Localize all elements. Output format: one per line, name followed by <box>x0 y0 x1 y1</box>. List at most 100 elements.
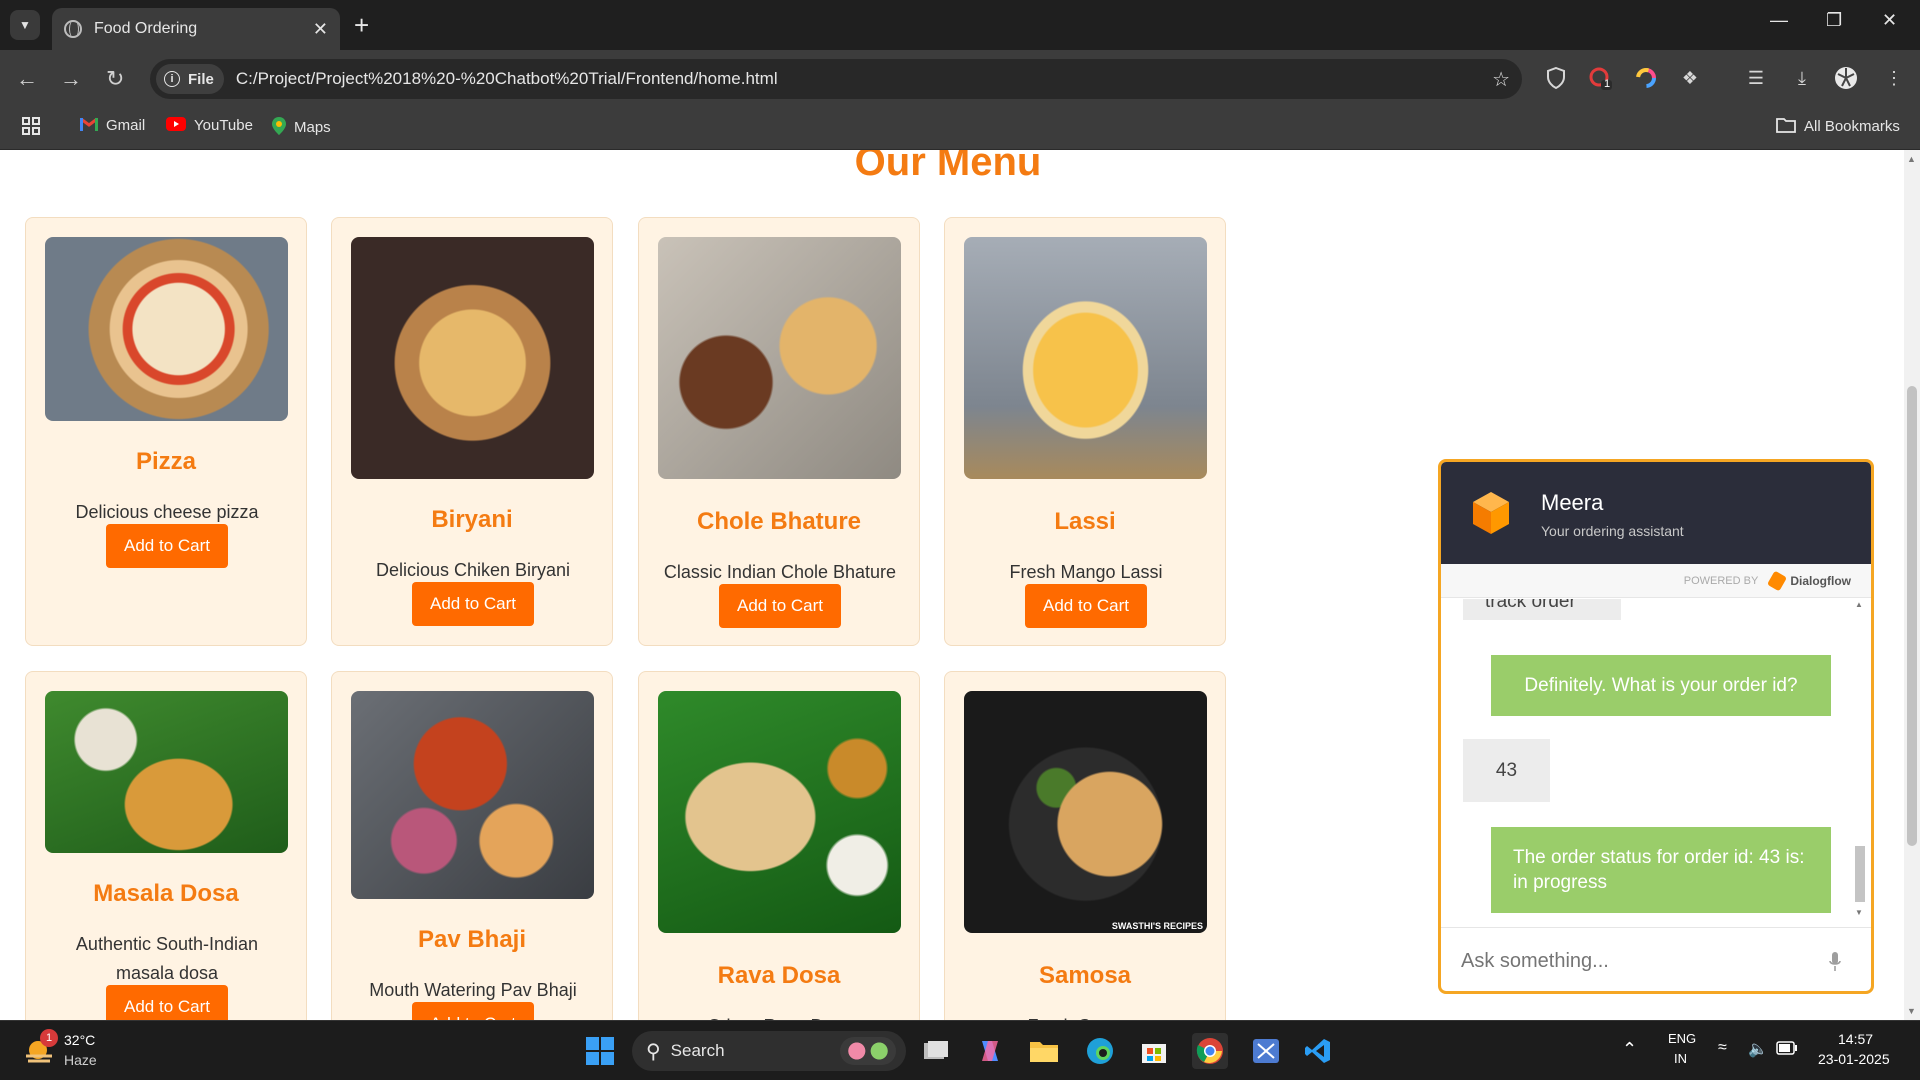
new-tab-button[interactable]: + <box>354 12 369 38</box>
agent-name: Meera <box>1541 490 1604 515</box>
edge-icon[interactable] <box>1082 1033 1118 1069</box>
copilot-icon[interactable] <box>972 1033 1008 1069</box>
browser-tab[interactable]: Food Ordering ✕ <box>52 8 340 50</box>
menu-card-samosa: SWASTHI'S RECIPES Samosa Fresh Samosa <box>944 671 1226 1020</box>
chrome-icon[interactable] <box>1192 1033 1228 1069</box>
forward-icon[interactable]: → <box>60 66 82 92</box>
snipping-tool-icon[interactable] <box>1248 1033 1284 1069</box>
media-control-icon[interactable]: ☰ <box>1744 66 1768 90</box>
weather-widget[interactable]: 1 <box>20 1029 60 1071</box>
samosa-image: SWASTHI'S RECIPES <box>964 691 1207 933</box>
back-icon[interactable]: ← <box>16 66 38 92</box>
search-highlight-icon <box>840 1037 896 1065</box>
item-name: Chole Bhature <box>696 508 861 535</box>
extension-badge: 1 <box>1604 78 1611 90</box>
image-credit-watermark: SWASTHI'S RECIPES <box>1111 921 1203 931</box>
item-name: Masala Dosa <box>93 880 239 907</box>
menu-card-masala-dosa: Masala Dosa Authentic South-Indian masal… <box>25 671 307 1020</box>
bookmark-gmail[interactable]: Gmail <box>80 117 145 134</box>
language-top[interactable]: ENG <box>1668 1031 1696 1046</box>
shield-extension-icon[interactable] <box>1544 66 1568 90</box>
chole-bhature-image <box>658 237 901 479</box>
add-to-cart-button[interactable]: Add to Cart <box>1025 584 1147 628</box>
color-ring-extension-icon[interactable] <box>1634 66 1658 90</box>
microphone-icon[interactable] <box>1829 952 1841 972</box>
bookmark-label: Gmail <box>106 117 146 134</box>
task-view-icon[interactable] <box>918 1033 954 1069</box>
menu-card-pizza: Pizza Delicious cheese pizza Add to Cart <box>25 217 307 646</box>
tab-search-dropdown[interactable]: ▼ <box>10 10 40 40</box>
page-title: Our Menu <box>854 150 1042 184</box>
apps-grid-icon[interactable] <box>22 117 40 135</box>
item-description: Mouth Watering Pav Bhaji <box>369 980 577 1000</box>
chat-scroll-down-icon[interactable]: ▼ <box>1855 908 1863 917</box>
url-scheme: File <box>188 70 214 88</box>
agent-subtitle: Your ordering assistant <box>1541 523 1684 539</box>
bookmark-star-icon[interactable]: ☆ <box>1492 67 1510 92</box>
scroll-down-icon[interactable]: ▼ <box>1907 1006 1916 1016</box>
windows-taskbar: 1 32°C Haze ⚲ Search ⌃ ENG IN ≈ 🔈 14:57 … <box>0 1020 1920 1080</box>
item-description: Crispy Rava Dosa <box>659 1012 901 1020</box>
item-description: Authentic South-Indian masala dosa <box>75 934 259 983</box>
biryani-image <box>351 237 594 479</box>
microsoft-store-icon[interactable] <box>1136 1033 1172 1069</box>
all-bookmarks[interactable]: All Bookmarks <box>1776 117 1900 136</box>
page-scrollbar[interactable]: ▲ ▼ <box>1904 150 1920 1020</box>
profile-avatar[interactable] <box>1834 66 1858 90</box>
browser-tab-bar: ▼ Food Ordering ✕ + — ❐ ✕ <box>0 0 1920 50</box>
restore-icon[interactable]: ❐ <box>1826 10 1842 31</box>
search-label: Search <box>670 1041 725 1060</box>
add-to-cart-button[interactable]: Add to Cart <box>412 582 534 626</box>
windows-start-icon[interactable] <box>582 1033 618 1069</box>
provider-name: Dialogflow <box>1790 573 1851 588</box>
taskbar-search[interactable]: ⚲ Search <box>632 1031 906 1071</box>
powered-by-label: POWERED BY <box>1683 574 1759 587</box>
add-to-cart-button[interactable]: Add to Cart <box>106 985 228 1020</box>
chat-scrollbar[interactable]: ▲ ▼ <box>1853 600 1865 920</box>
reload-icon[interactable]: ↻ <box>106 66 124 92</box>
add-to-cart-button[interactable]: Add to Cart <box>719 584 841 628</box>
volume-icon[interactable]: 🔈 <box>1748 1039 1768 1059</box>
item-name: Rava Dosa <box>717 962 841 989</box>
extension-icon-red[interactable]: 1 <box>1588 66 1612 90</box>
scrollbar-thumb[interactable] <box>1907 386 1917 846</box>
clock-time[interactable]: 14:57 <box>1838 1031 1873 1047</box>
address-bar[interactable]: i File C:/Project/Project%2018%20-%20Cha… <box>150 59 1522 99</box>
download-icon[interactable]: ⤓ <box>1790 66 1814 90</box>
menu-card-chole-bhature: Chole Bhature Classic Indian Chole Bhatu… <box>638 217 920 646</box>
item-name: Pav Bhaji <box>417 926 527 953</box>
chat-messages[interactable]: track order Definitely. What is your ord… <box>1441 599 1871 921</box>
file-explorer-icon[interactable] <box>1026 1033 1062 1069</box>
chat-scroll-up-icon[interactable]: ▲ <box>1855 600 1863 609</box>
menu-card-pav-bhaji: Pav Bhaji Mouth Watering Pav Bhaji Add t… <box>331 671 613 1020</box>
chat-input[interactable] <box>1461 949 1821 973</box>
item-description: Delicious cheese pizza <box>75 502 259 522</box>
vscode-icon[interactable] <box>1300 1033 1336 1069</box>
language-bottom[interactable]: IN <box>1674 1051 1687 1066</box>
minimize-icon[interactable]: — <box>1770 10 1788 31</box>
clock-date[interactable]: 23-01-2025 <box>1818 1051 1890 1067</box>
bookmark-label: Maps <box>294 119 331 136</box>
url-text[interactable]: C:/Project/Project%2018%20-%20Chatbot%20… <box>236 69 778 89</box>
battery-icon[interactable] <box>1776 1041 1798 1058</box>
masala-dosa-image <box>45 691 288 853</box>
add-to-cart-button[interactable]: Add to Cart <box>106 524 228 568</box>
add-to-cart-button[interactable]: Add to Cart <box>412 1002 534 1020</box>
show-hidden-icons[interactable]: ⌃ <box>1622 1039 1637 1060</box>
menu-card-biryani: Biryani Delicious Chiken Biryani Add to … <box>331 217 613 646</box>
scroll-up-icon[interactable]: ▲ <box>1907 154 1916 164</box>
bookmark-youtube[interactable]: YouTube <box>166 117 253 134</box>
wifi-icon[interactable]: ≈ <box>1718 1039 1727 1057</box>
more-menu-icon[interactable]: ⋮ <box>1882 66 1906 90</box>
user-message: track order <box>1463 599 1621 620</box>
close-tab-icon[interactable]: ✕ <box>313 19 328 40</box>
agent-cube-icon <box>1473 492 1509 534</box>
bot-message: The order status for order id: 43 is: in… <box>1491 827 1831 913</box>
bookmark-maps[interactable]: Maps <box>272 117 331 138</box>
close-window-icon[interactable]: ✕ <box>1882 10 1897 31</box>
chat-header: Meera Your ordering assistant <box>1441 462 1871 564</box>
puzzle-extensions-icon[interactable]: ❖ <box>1678 66 1702 90</box>
item-name: Biryani <box>431 506 513 533</box>
site-info-chip[interactable]: i File <box>156 64 224 94</box>
chat-scrollbar-thumb[interactable] <box>1855 846 1865 902</box>
